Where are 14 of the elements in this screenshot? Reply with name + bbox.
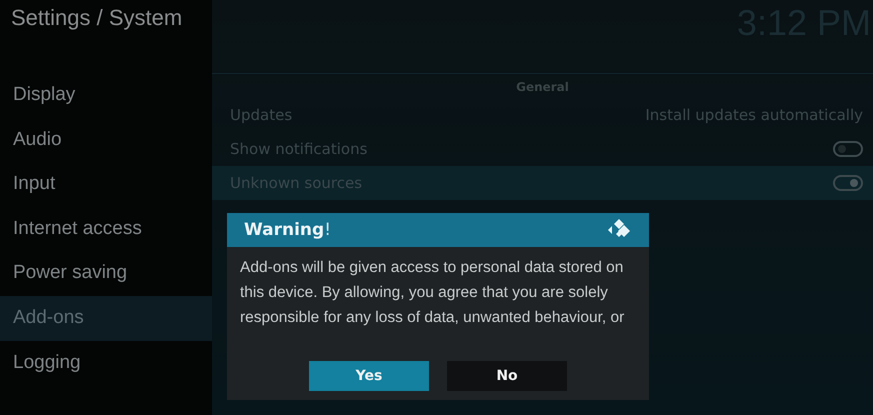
toggle-switch[interactable]	[833, 175, 863, 191]
dialog-button[interactable]: No	[447, 361, 567, 391]
sidebar-item[interactable]: Display	[0, 73, 212, 118]
sidebar-item[interactable]: Audio	[0, 118, 212, 162]
toggle-switch[interactable]	[833, 141, 863, 157]
sidebar-item[interactable]: Input	[0, 162, 212, 207]
sidebar-item[interactable]: Add-ons	[0, 296, 212, 341]
page-title: Settings / System	[10, 4, 184, 32]
dialog-message: Add-ons will be given access to personal data stored on this device. By allowing, you agree that you are solely responsible for any loss of data, unwanted behaviour, or	[239, 258, 626, 328]
sidebar-item[interactable]: Power saving	[0, 251, 212, 296]
sidebar-item[interactable]: Internet access	[0, 206, 212, 252]
dialog-title: Warning!	[244, 220, 332, 240]
sidebar-item[interactable]: Logging	[0, 340, 212, 386]
dialog-button[interactable]: Yes	[309, 361, 429, 391]
